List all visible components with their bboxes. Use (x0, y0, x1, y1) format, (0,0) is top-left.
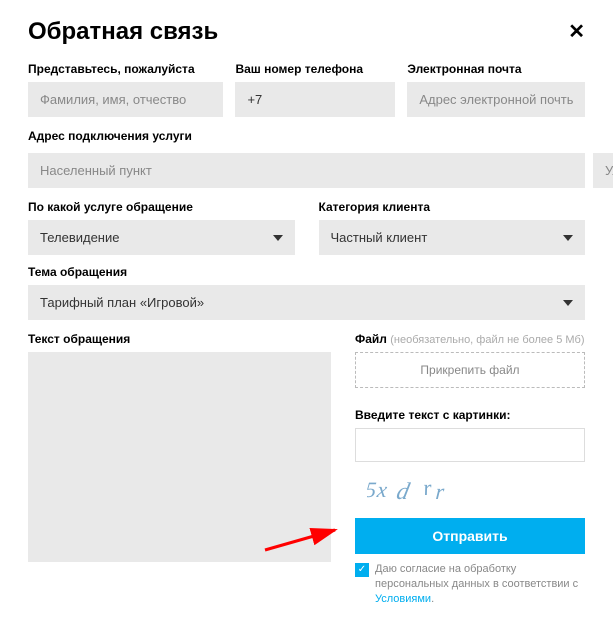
svg-text:d: d (394, 478, 413, 505)
street-input[interactable] (593, 153, 613, 188)
page-title: Обратная связь (28, 18, 218, 46)
chevron-down-icon (563, 300, 573, 306)
name-label: Представьтесь, пожалуйста (28, 62, 223, 76)
phone-label: Ваш номер телефона (235, 62, 395, 76)
email-label: Электронная почта (407, 62, 585, 76)
name-input[interactable] (28, 82, 223, 117)
close-icon[interactable]: ✕ (568, 22, 585, 42)
captcha-input[interactable] (355, 428, 585, 462)
phone-input[interactable] (235, 82, 395, 117)
service-select[interactable]: Телевидение (28, 220, 295, 255)
chevron-down-icon (563, 235, 573, 241)
chevron-down-icon (273, 235, 283, 241)
file-hint: (необязательно, файл не более 5 Мб) (390, 334, 584, 346)
svg-text:r: r (435, 479, 446, 504)
terms-link[interactable]: Условиями (375, 593, 431, 605)
svg-text:5x: 5x (367, 477, 389, 502)
text-label: Текст обращения (28, 332, 331, 346)
service-value: Телевидение (40, 230, 119, 245)
topic-label: Тема обращения (28, 265, 585, 279)
client-value: Частный клиент (331, 230, 428, 245)
attach-file-button[interactable]: Прикрепить файл (355, 352, 585, 388)
address-label: Адрес подключения услуги (28, 129, 585, 143)
captcha-label: Введите текст с картинки: (355, 408, 585, 422)
file-label: Файл (355, 332, 387, 346)
client-label: Категория клиента (319, 200, 586, 214)
consent-text: Даю согласие на обработку персональных д… (375, 562, 585, 607)
email-input[interactable] (407, 82, 585, 117)
svg-text:r: r (421, 475, 434, 500)
message-textarea[interactable] (28, 352, 331, 562)
service-label: По какой услуге обращение (28, 200, 295, 214)
submit-button[interactable]: Отправить (355, 518, 585, 554)
topic-value: Тарифный план «Игровой» (40, 295, 204, 310)
captcha-image: 5x d r r (355, 468, 585, 512)
topic-select[interactable]: Тарифный план «Игровой» (28, 285, 585, 320)
consent-checkbox[interactable]: ✓ (355, 563, 369, 577)
city-input[interactable] (28, 153, 585, 188)
client-select[interactable]: Частный клиент (319, 220, 586, 255)
